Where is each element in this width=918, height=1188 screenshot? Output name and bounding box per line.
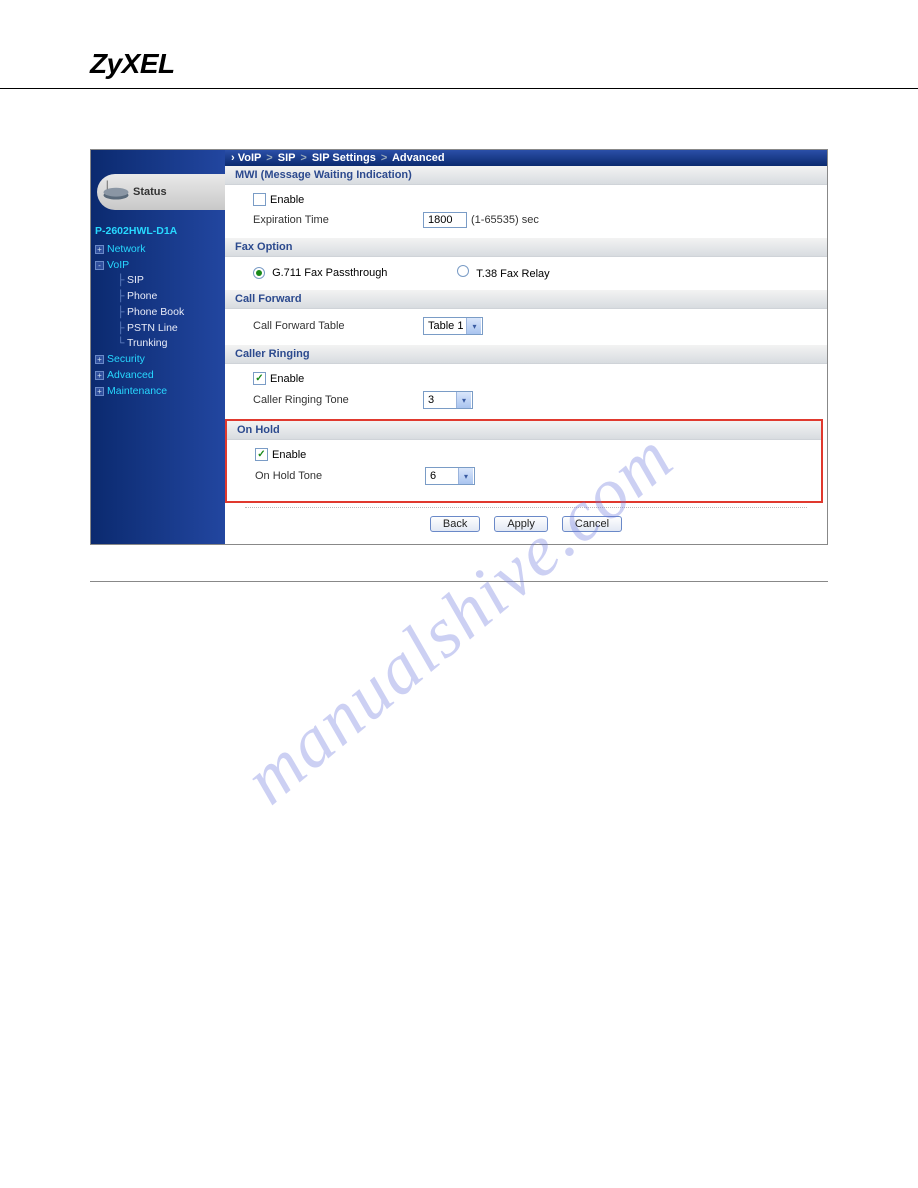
collapse-icon: - [95, 261, 104, 270]
tree-line-icon: └ [117, 336, 125, 352]
section-fax-header: Fax Option [225, 238, 827, 257]
expand-icon: + [95, 355, 104, 364]
nav-label: PSTN Line [127, 321, 178, 337]
oh-tone-label: On Hold Tone [255, 470, 425, 482]
section-mwi-header: MWI (Message Waiting Indication) [225, 166, 827, 185]
expiration-input[interactable] [423, 212, 467, 228]
apply-button[interactable]: Apply [494, 516, 548, 532]
section-mwi-body: Enable Expiration Time (1-65535) sec [225, 185, 827, 238]
chevron-down-icon: ▾ [456, 392, 471, 408]
chevron-down-icon: ▾ [466, 318, 481, 334]
router-ui-screenshot: Status P-2602HWL-D1A + Network - VoIP ├ … [90, 149, 828, 545]
breadcrumb-item[interactable]: VoIP [238, 152, 261, 164]
status-label: Status [133, 186, 167, 198]
back-button[interactable]: Back [430, 516, 480, 532]
oh-tone-value: 6 [430, 470, 436, 482]
nav-advanced[interactable]: + Advanced [95, 368, 221, 384]
oh-tone-select[interactable]: 6 ▾ [425, 467, 475, 485]
nav-label: Phone Book [127, 305, 184, 321]
nav-label: VoIP [107, 258, 129, 274]
cf-table-value: Table 1 [428, 320, 463, 332]
breadcrumb: › VoIP > SIP > SIP Settings > Advanced [225, 150, 827, 166]
chevron-down-icon: ▾ [458, 468, 473, 484]
nav-network[interactable]: + Network [95, 242, 221, 258]
button-row: Back Apply Cancel [245, 507, 807, 544]
section-cf-body: Call Forward Table Table 1 ▾ [225, 309, 827, 345]
cr-tone-value: 3 [428, 394, 434, 406]
tree-line-icon: ├ [117, 321, 125, 337]
expiration-label: Expiration Time [253, 214, 423, 226]
nav-voip[interactable]: - VoIP [95, 258, 221, 274]
section-fax-body: G.711 Fax Passthrough T.38 Fax Relay [225, 257, 827, 290]
cr-enable-checkbox[interactable] [253, 372, 266, 385]
section-oh-header: On Hold [227, 421, 821, 440]
mwi-enable-label: Enable [270, 194, 304, 206]
expiration-hint: (1-65535) sec [471, 214, 539, 226]
nav-maintenance[interactable]: + Maintenance [95, 384, 221, 400]
nav-phone[interactable]: ├ Phone [95, 289, 221, 305]
tree-line-icon: ├ [117, 289, 125, 305]
divider [90, 581, 828, 582]
breadcrumb-item[interactable]: SIP Settings [312, 152, 376, 164]
nav-sip[interactable]: ├ SIP [95, 273, 221, 289]
oh-enable-label: Enable [272, 449, 306, 461]
sidebar: Status P-2602HWL-D1A + Network - VoIP ├ … [91, 150, 225, 544]
router-icon [101, 179, 131, 201]
nav-label: Trunking [127, 336, 167, 352]
content-panel: › VoIP > SIP > SIP Settings > Advanced M… [225, 150, 827, 544]
cf-table-label: Call Forward Table [253, 320, 423, 332]
nav-label: Security [107, 352, 145, 368]
status-tab[interactable]: Status [97, 174, 225, 210]
expand-icon: + [95, 245, 104, 254]
expand-icon: + [95, 387, 104, 396]
tree-line-icon: ├ [117, 305, 125, 321]
section-cf-header: Call Forward [225, 290, 827, 309]
nav-security[interactable]: + Security [95, 352, 221, 368]
cr-enable-label: Enable [270, 373, 304, 385]
expand-icon: + [95, 371, 104, 380]
nav-label: Maintenance [107, 384, 167, 400]
oh-enable-checkbox[interactable] [255, 448, 268, 461]
fax-g711-option[interactable]: G.711 Fax Passthrough [253, 267, 387, 279]
brand-logo: ZyXEL [90, 48, 828, 80]
page-header: ZyXEL [0, 0, 918, 89]
cf-table-select[interactable]: Table 1 ▾ [423, 317, 483, 335]
cr-tone-label: Caller Ringing Tone [253, 394, 423, 406]
device-model: P-2602HWL-D1A [95, 224, 221, 240]
cr-tone-select[interactable]: 3 ▾ [423, 391, 473, 409]
nav-pstn[interactable]: ├ PSTN Line [95, 321, 221, 337]
cancel-button[interactable]: Cancel [562, 516, 622, 532]
section-cr-header: Caller Ringing [225, 345, 827, 364]
nav-trunking[interactable]: └ Trunking [95, 336, 221, 352]
nav-phonebook[interactable]: ├ Phone Book [95, 305, 221, 321]
radio-icon [253, 267, 265, 279]
tree-line-icon: ├ [117, 273, 125, 289]
fax-t38-option[interactable]: T.38 Fax Relay [457, 265, 549, 280]
breadcrumb-item: Advanced [392, 152, 445, 164]
fax-t38-label: T.38 Fax Relay [476, 268, 549, 280]
nav-label: SIP [127, 273, 144, 289]
section-cr-body: Enable Caller Ringing Tone 3 ▾ [225, 364, 827, 419]
nav-label: Network [107, 242, 146, 258]
nav-label: Phone [127, 289, 157, 305]
highlight-box: On Hold Enable On Hold Tone 6 ▾ [225, 419, 823, 503]
fax-g711-label: G.711 Fax Passthrough [272, 267, 387, 279]
breadcrumb-arrow-icon: › [231, 152, 235, 164]
nav-label: Advanced [107, 368, 154, 384]
nav-tree: P-2602HWL-D1A + Network - VoIP ├ SIP ├ P… [91, 210, 225, 419]
section-oh-body: Enable On Hold Tone 6 ▾ [227, 440, 821, 495]
mwi-enable-checkbox[interactable] [253, 193, 266, 206]
breadcrumb-item[interactable]: SIP [278, 152, 296, 164]
radio-icon [457, 265, 469, 277]
